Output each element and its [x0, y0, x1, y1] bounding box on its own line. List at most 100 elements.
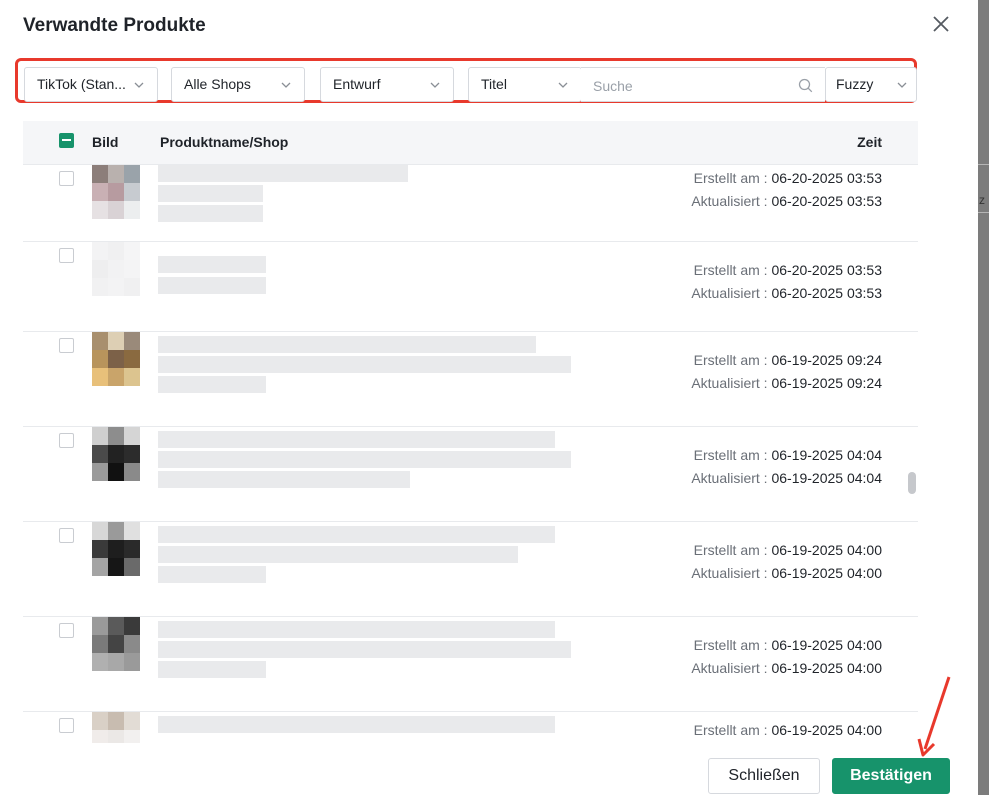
updated-at: Aktualisiert : 06-19-2025 09:24	[622, 375, 882, 398]
product-name-redacted	[158, 427, 588, 488]
created-at: Erstellt am : 06-19-2025 09:24	[622, 352, 882, 375]
created-at: Erstellt am : 06-20-2025 03:53	[622, 170, 882, 193]
created-at-value: 06-20-2025 03:53	[771, 262, 882, 278]
updated-at-value: 06-20-2025 03:53	[771, 285, 882, 301]
shop-select[interactable]: Alle Shops	[171, 67, 305, 102]
updated-at-label: Aktualisiert :	[691, 193, 772, 209]
confirm-button[interactable]: Bestätigen	[832, 758, 950, 794]
row-timestamps: Erstellt am : 06-19-2025 04:00	[622, 722, 882, 743]
created-at-value: 06-19-2025 04:04	[771, 447, 882, 463]
select-all-checkbox[interactable]	[59, 133, 74, 148]
created-at-label: Erstellt am :	[693, 722, 772, 738]
search-field-select[interactable]: Titel	[468, 67, 582, 102]
close-button[interactable]: Schließen	[708, 758, 820, 794]
updated-at-label: Aktualisiert :	[691, 375, 772, 391]
search-icon[interactable]	[798, 78, 813, 93]
search-field-value: Titel	[481, 76, 507, 92]
table-row: Erstellt am : 06-20-2025 03:53 Aktualisie…	[23, 165, 918, 242]
search-input[interactable]	[581, 68, 795, 103]
background-page-edge: z	[978, 0, 989, 795]
created-at-label: Erstellt am :	[693, 637, 772, 653]
created-at-label: Erstellt am :	[693, 447, 772, 463]
row-checkbox[interactable]	[59, 338, 74, 353]
row-timestamps: Erstellt am : 06-19-2025 04:04 Aktualisie…	[622, 447, 882, 493]
chevron-down-icon	[558, 82, 568, 88]
updated-at: Aktualisiert : 06-19-2025 04:04	[622, 470, 882, 493]
close-icon[interactable]	[929, 12, 953, 36]
arrow-annotation-icon	[917, 676, 951, 757]
row-checkbox[interactable]	[59, 433, 74, 448]
updated-at-value: 06-19-2025 04:00	[771, 660, 882, 676]
chevron-down-icon	[281, 82, 291, 88]
updated-at-value: 06-20-2025 03:53	[771, 193, 882, 209]
row-timestamps: Erstellt am : 06-20-2025 03:53 Aktualisie…	[622, 262, 882, 308]
product-thumbnail	[92, 617, 141, 671]
created-at-value: 06-19-2025 04:00	[771, 722, 882, 738]
product-name-redacted	[158, 165, 588, 225]
created-at: Erstellt am : 06-19-2025 04:00	[622, 722, 882, 743]
table-row: Erstellt am : 06-19-2025 04:04 Aktualisie…	[23, 427, 918, 522]
table-row: Erstellt am : 06-19-2025 04:00 Aktualisie…	[23, 522, 918, 617]
row-timestamps: Erstellt am : 06-19-2025 09:24 Aktualisie…	[622, 352, 882, 398]
product-name-redacted	[158, 522, 588, 583]
row-timestamps: Erstellt am : 06-19-2025 04:00 Aktualisie…	[622, 637, 882, 683]
updated-at-value: 06-19-2025 04:00	[771, 565, 882, 581]
updated-at: Aktualisiert : 06-20-2025 03:53	[622, 193, 882, 216]
created-at-value: 06-19-2025 04:00	[771, 637, 882, 653]
product-name-redacted	[158, 617, 588, 678]
product-thumbnail	[92, 165, 141, 219]
row-checkbox[interactable]	[59, 248, 74, 263]
created-at: Erstellt am : 06-19-2025 04:04	[622, 447, 882, 470]
column-header-name: Produktname/Shop	[160, 134, 289, 150]
chevron-down-icon	[897, 82, 907, 88]
created-at-label: Erstellt am :	[693, 542, 772, 558]
updated-at-label: Aktualisiert :	[691, 565, 772, 581]
created-at: Erstellt am : 06-19-2025 04:00	[622, 637, 882, 660]
updated-at-value: 06-19-2025 09:24	[771, 375, 882, 391]
updated-at-value: 06-19-2025 04:04	[771, 470, 882, 486]
updated-at-label: Aktualisiert :	[691, 470, 772, 486]
product-thumbnail	[92, 712, 141, 743]
product-thumbnail	[92, 427, 141, 481]
search-box	[581, 67, 825, 103]
row-checkbox[interactable]	[59, 623, 74, 638]
related-products-dialog: Verwandte Produkte TikTok (Stan... Alle …	[0, 0, 978, 795]
product-thumbnail	[92, 522, 141, 576]
created-at: Erstellt am : 06-19-2025 04:00	[622, 542, 882, 565]
row-checkbox[interactable]	[59, 171, 74, 186]
created-at-label: Erstellt am :	[693, 352, 772, 368]
scrollbar-thumb[interactable]	[908, 472, 916, 494]
platform-select[interactable]: TikTok (Stan...	[24, 67, 158, 102]
column-header-time: Zeit	[857, 134, 882, 150]
created-at: Erstellt am : 06-20-2025 03:53	[622, 262, 882, 285]
chevron-down-icon	[134, 82, 144, 88]
row-checkbox[interactable]	[59, 528, 74, 543]
product-name-redacted	[158, 242, 588, 302]
table-row: Erstellt am : 06-20-2025 03:53 Aktualisie…	[23, 242, 918, 332]
created-at-label: Erstellt am :	[693, 170, 772, 186]
row-checkbox[interactable]	[59, 718, 74, 733]
product-name-redacted	[158, 712, 588, 743]
updated-at: Aktualisiert : 06-20-2025 03:53	[622, 285, 882, 308]
updated-at: Aktualisiert : 06-19-2025 04:00	[622, 565, 882, 588]
table-row: Erstellt am : 06-19-2025 04:00	[23, 712, 918, 743]
shop-select-value: Alle Shops	[184, 76, 251, 92]
column-header-image: Bild	[92, 134, 119, 150]
match-mode-value: Fuzzy	[836, 76, 874, 92]
table-row: Erstellt am : 06-19-2025 09:24 Aktualisie…	[23, 332, 918, 427]
created-at-value: 06-20-2025 03:53	[771, 170, 882, 186]
row-timestamps: Erstellt am : 06-20-2025 03:53 Aktualisie…	[622, 170, 882, 216]
product-thumbnail	[92, 242, 141, 296]
status-select[interactable]: Entwurf	[320, 67, 454, 102]
created-at-label: Erstellt am :	[693, 262, 772, 278]
chevron-down-icon	[430, 82, 440, 88]
updated-at-label: Aktualisiert :	[691, 285, 772, 301]
product-name-redacted	[158, 332, 588, 393]
platform-select-value: TikTok (Stan...	[37, 76, 126, 92]
dialog-title: Verwandte Produkte	[23, 15, 206, 36]
table-header: Bild Produktname/Shop Zeit	[23, 121, 918, 165]
match-mode-select[interactable]: Fuzzy	[825, 67, 917, 102]
row-timestamps: Erstellt am : 06-19-2025 04:00 Aktualisie…	[622, 542, 882, 588]
created-at-value: 06-19-2025 09:24	[771, 352, 882, 368]
table-row: Erstellt am : 06-19-2025 04:00 Aktualisie…	[23, 617, 918, 712]
